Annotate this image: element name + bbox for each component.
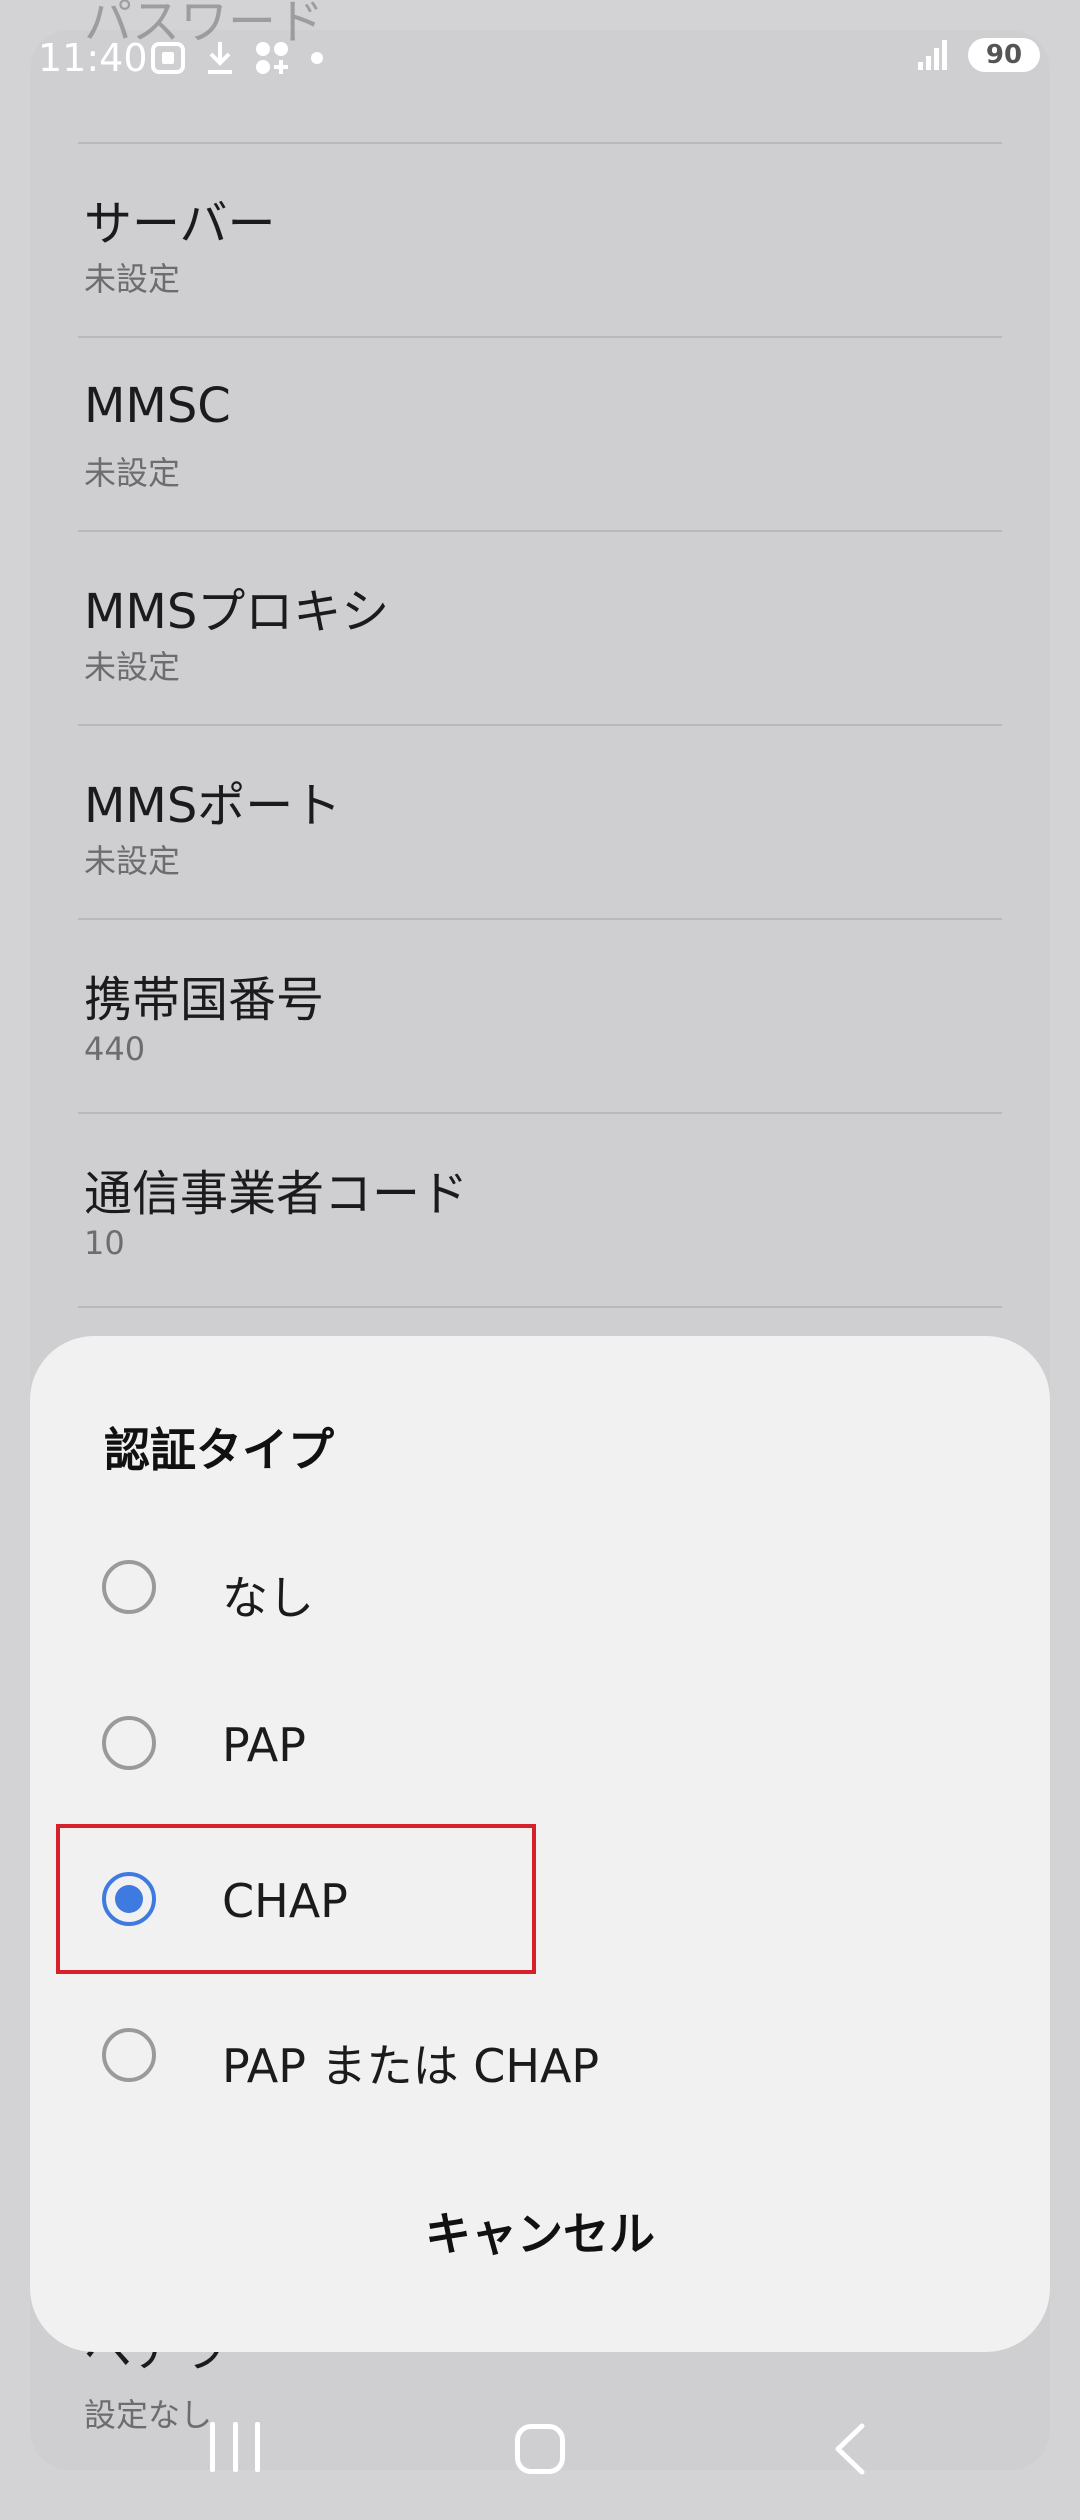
setting-title: MMSプロキシ bbox=[84, 584, 390, 640]
option-label: PAP または CHAP bbox=[222, 2039, 600, 2093]
download-icon bbox=[208, 42, 232, 74]
status-icons-right: 90 bbox=[916, 38, 1040, 72]
setting-value: 未設定 bbox=[84, 454, 181, 492]
setting-title: MMSC bbox=[84, 378, 231, 434]
setting-title: 携帯国番号 bbox=[84, 972, 325, 1028]
status-bar: 11:40 90 bbox=[0, 0, 1080, 120]
dot-icon bbox=[311, 52, 323, 64]
status-time: 11:40 bbox=[38, 36, 148, 80]
apps-icon bbox=[256, 42, 288, 74]
setting-row-mnc[interactable]: 通信事業者コード 10 bbox=[78, 1112, 1002, 1308]
recents-icon[interactable] bbox=[210, 2422, 260, 2472]
setting-title: MMSポート bbox=[84, 778, 342, 834]
auth-type-dialog: 認証タイプ なし PAP CHAP PAP または CHAP キャンセル bbox=[30, 1336, 1050, 2352]
radio-button[interactable] bbox=[102, 2028, 156, 2082]
radio-button[interactable] bbox=[102, 1716, 156, 1770]
setting-title: サーバー bbox=[84, 196, 276, 252]
setting-title: 通信事業者コード bbox=[84, 1166, 469, 1222]
setting-row-server[interactable]: サーバー 未設定 bbox=[78, 142, 1002, 338]
option-pap-or-chap[interactable]: PAP または CHAP bbox=[30, 1980, 1050, 2136]
screen: パスワード サーバー 未設定 MMSC 未設定 MMSプロキシ 未設定 MMSポ… bbox=[0, 0, 1080, 2520]
radio-button[interactable] bbox=[102, 1560, 156, 1614]
setting-row-mmsc[interactable]: MMSC 未設定 bbox=[78, 336, 1002, 532]
setting-value: 未設定 bbox=[84, 842, 181, 880]
status-icons-left bbox=[150, 40, 324, 76]
home-icon[interactable] bbox=[515, 2424, 565, 2474]
dialog-title: 認証タイプ bbox=[104, 1423, 334, 1477]
navigation-bar bbox=[0, 2400, 1080, 2500]
selection-highlight-box bbox=[56, 1824, 536, 1974]
back-icon[interactable] bbox=[826, 2422, 876, 2476]
screenshot-icon bbox=[151, 42, 185, 74]
setting-row-mms-proxy[interactable]: MMSプロキシ 未設定 bbox=[78, 530, 1002, 726]
setting-row-mcc[interactable]: 携帯国番号 440 bbox=[78, 918, 1002, 1114]
option-pap[interactable]: PAP bbox=[30, 1668, 1050, 1824]
option-label: PAP bbox=[222, 1718, 307, 1772]
list-divider bbox=[78, 1306, 1002, 1328]
option-label: なし bbox=[222, 1571, 314, 1625]
setting-value: 440 bbox=[84, 1030, 146, 1068]
signal-icon bbox=[918, 40, 947, 70]
setting-value: 未設定 bbox=[84, 648, 181, 686]
setting-row-mms-port[interactable]: MMSポート 未設定 bbox=[78, 724, 1002, 920]
battery-icon: 90 bbox=[968, 38, 1040, 72]
setting-value: 10 bbox=[84, 1224, 125, 1262]
option-none[interactable]: なし bbox=[30, 1512, 1050, 1668]
setting-value: 未設定 bbox=[84, 260, 181, 298]
cancel-button[interactable]: キャンセル bbox=[30, 2198, 1050, 2264]
